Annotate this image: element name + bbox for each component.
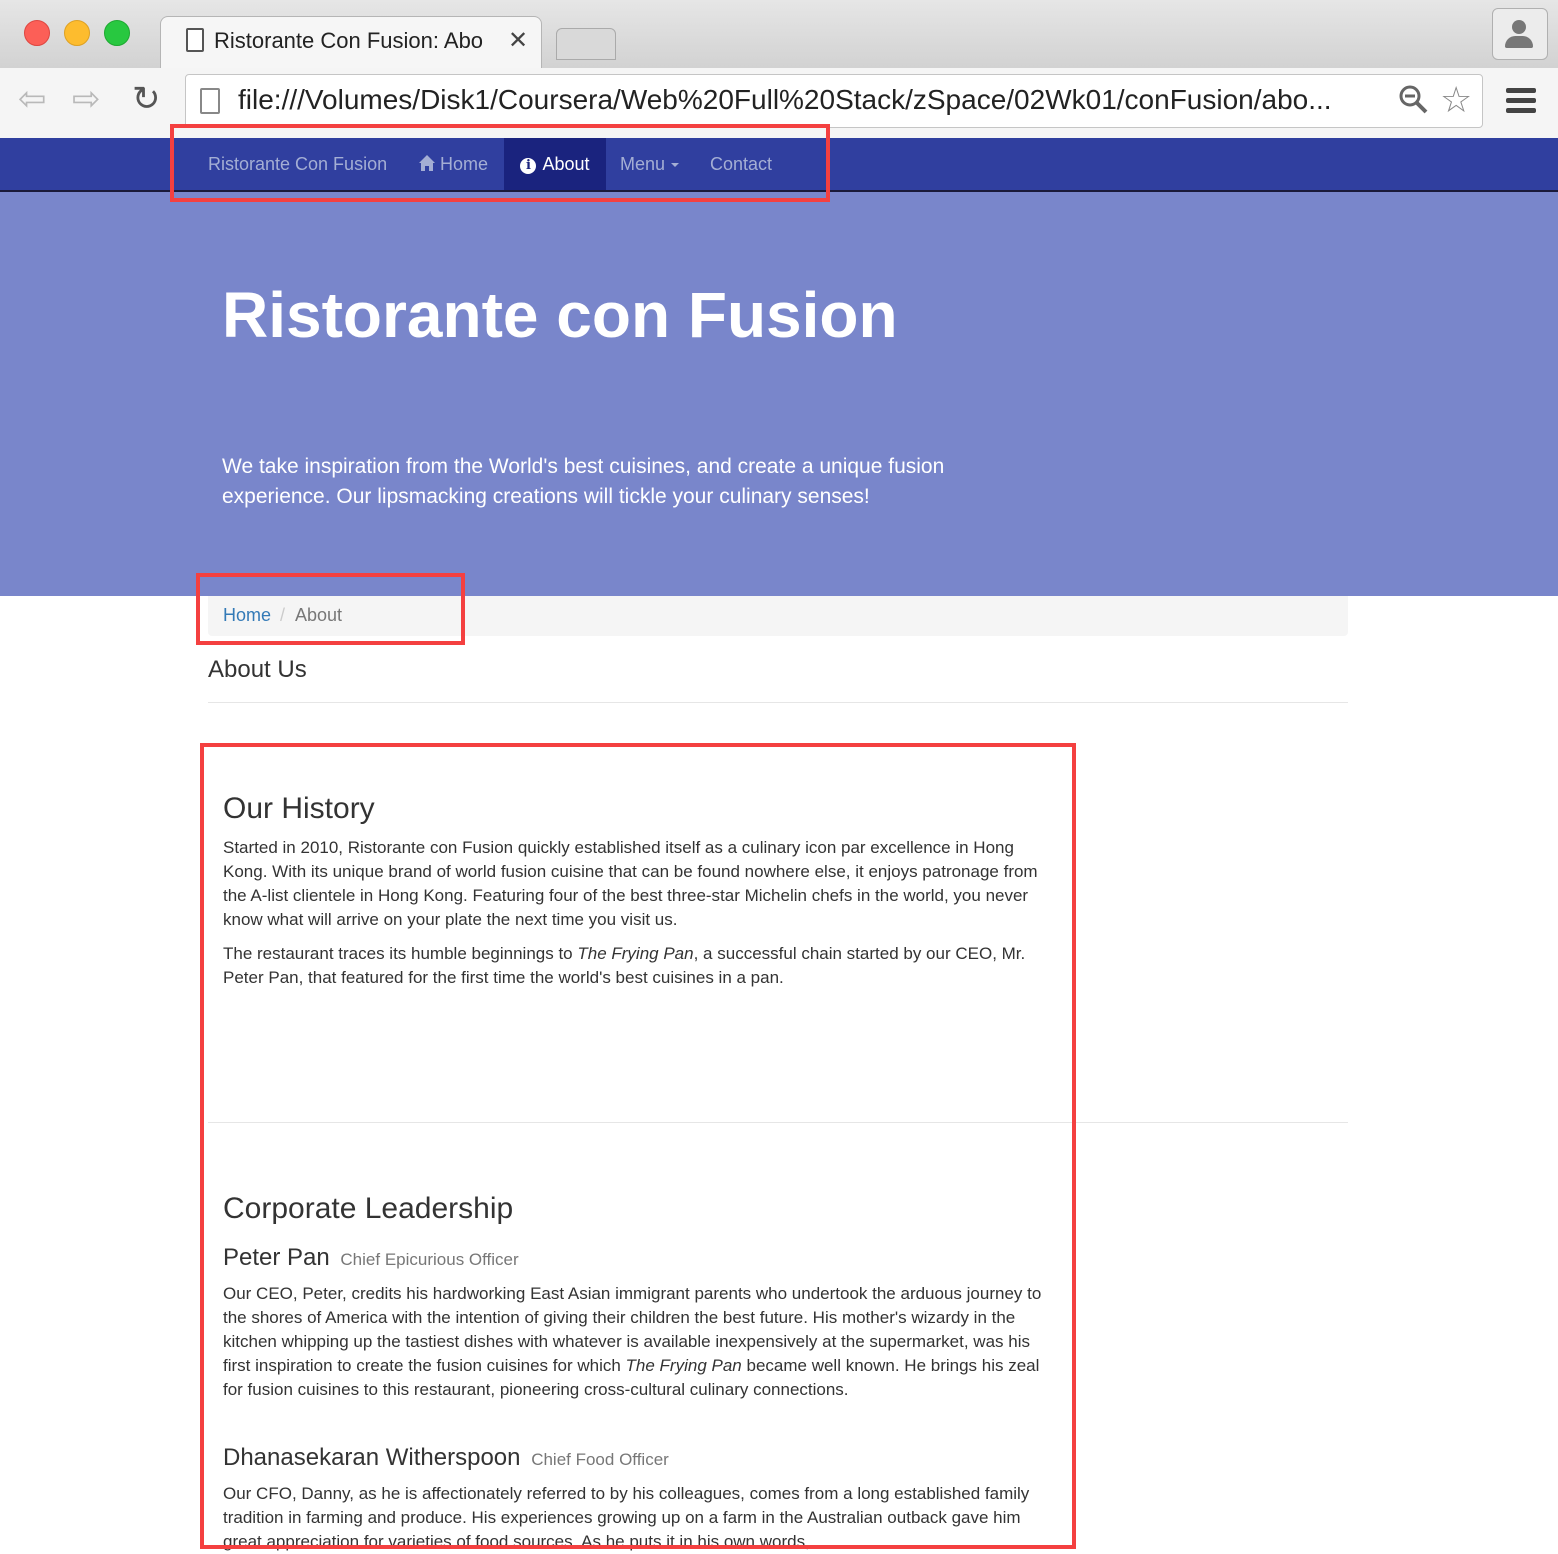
reload-icon[interactable]: ↻	[132, 82, 161, 116]
forward-icon[interactable]: ⇨	[72, 82, 101, 116]
tab-close-icon[interactable]: ✕	[508, 26, 528, 55]
jumbotron-title: Ristorante con Fusion	[222, 279, 898, 351]
profile-button[interactable]	[1492, 8, 1548, 60]
bookmark-star-icon[interactable]: ☆	[1440, 82, 1472, 118]
url-text[interactable]: file:///Volumes/Disk1/Coursera/Web%20Ful…	[238, 84, 1386, 116]
annotation-box-navbar	[170, 124, 830, 202]
new-tab-button[interactable]	[556, 28, 616, 60]
window-minimize-button[interactable]	[64, 20, 90, 46]
divider	[208, 702, 1348, 703]
back-icon[interactable]: ⇦	[18, 82, 47, 116]
annotation-box-breadcrumb	[196, 573, 465, 645]
document-icon	[186, 28, 204, 52]
window-close-button[interactable]	[24, 20, 50, 46]
page-title: About Us	[208, 656, 307, 683]
zoom-icon[interactable]	[1398, 84, 1428, 114]
browser-menu-icon[interactable]	[1506, 88, 1536, 114]
person-icon	[1512, 20, 1526, 34]
tab-title[interactable]: Ristorante Con Fusion: Abo	[214, 28, 500, 54]
annotation-box-content	[200, 743, 1076, 1549]
page-icon	[200, 88, 220, 114]
jumbotron-text: We take inspiration from the World's bes…	[222, 455, 945, 508]
window-maximize-button[interactable]	[104, 20, 130, 46]
jumbotron	[0, 192, 1558, 596]
